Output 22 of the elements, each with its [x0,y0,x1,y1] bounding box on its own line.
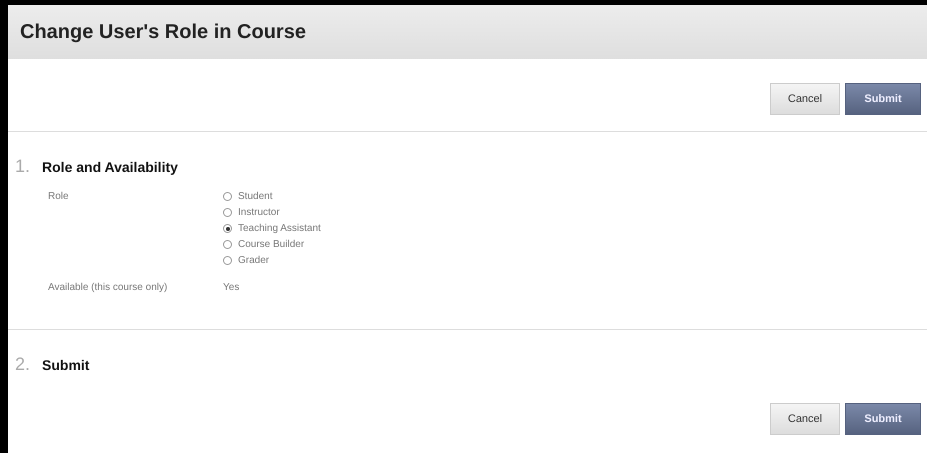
radio-label: Student [238,191,272,202]
radio-label: Grader [238,255,270,266]
field-label: Role [48,191,70,204]
submit-button[interactable]: Submit [845,403,921,435]
radio-button[interactable] [223,192,232,201]
section-title: Role and Availability [42,159,178,175]
radio-button[interactable] [223,256,232,265]
radio-label: Teaching Assistant [238,223,321,234]
cancel-button[interactable]: Cancel [770,403,840,435]
cancel-button[interactable]: Cancel [770,83,840,115]
radio-label: Course Builder [238,239,304,250]
radio-label: Instructor [238,207,280,218]
step-number: 2. [15,354,30,375]
submit-button[interactable]: Submit [845,83,921,115]
section-title: Submit [42,357,90,373]
field-label: Available (this course only) [48,282,168,293]
radio-button[interactable] [223,240,232,249]
radio-button[interactable] [223,208,232,217]
window-title: Change User's Role in Course [20,20,306,44]
radio-button[interactable] [223,224,232,233]
field-value: Yes [223,282,240,293]
step-number: 1. [15,156,30,177]
